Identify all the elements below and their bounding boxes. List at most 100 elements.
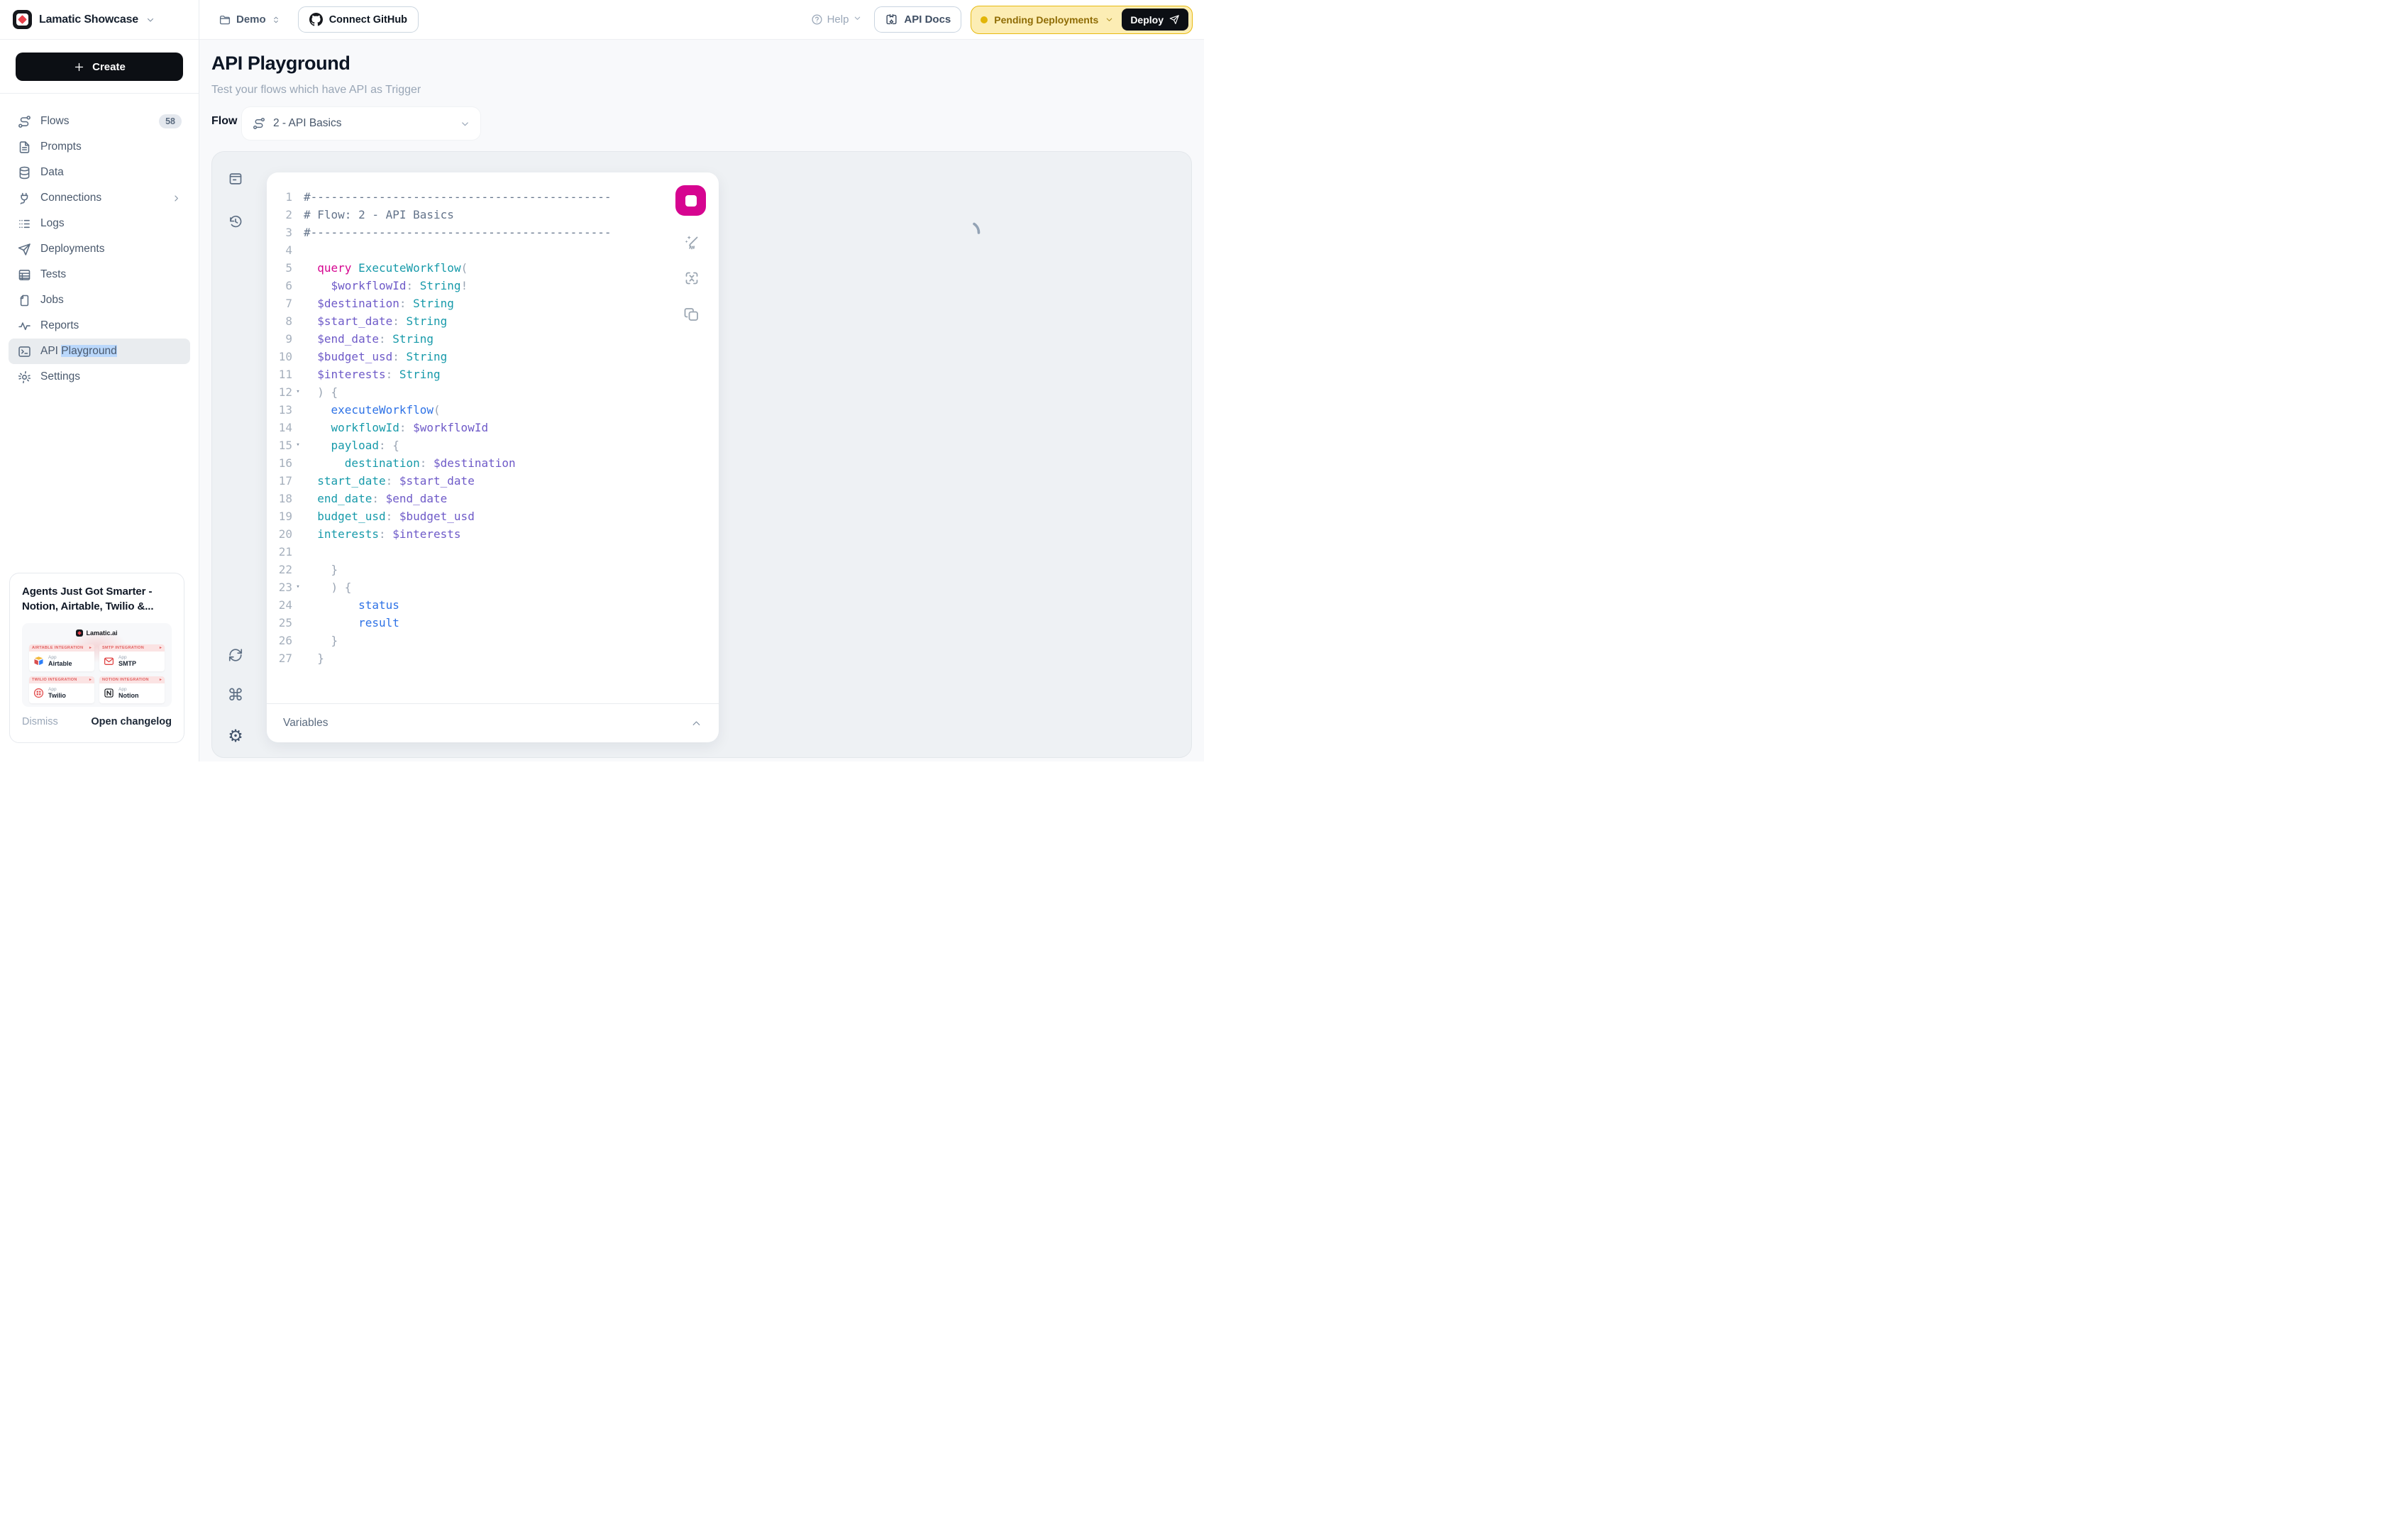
open-changelog-button[interactable]: Open changelog: [91, 716, 172, 727]
code-line: 13 executeWorkflow(: [267, 401, 668, 419]
create-button[interactable]: Create: [16, 53, 183, 81]
app-card-name: Twilio: [48, 692, 66, 699]
fold-marker[interactable]: ▾: [292, 436, 304, 454]
notion-icon: [104, 688, 114, 698]
changelog-app-grid: AIRTABLE INTEGRATION▸AppAirtableSMTP INT…: [29, 644, 165, 703]
deployments-icon: [17, 242, 32, 257]
code-line: 12▾ ) {: [267, 383, 668, 401]
pending-deployments-dropdown[interactable]: Pending Deployments Deploy: [971, 6, 1193, 34]
code-line: 14 workflowId: $workflowId: [267, 419, 668, 436]
api-docs-button[interactable]: API Docs: [874, 6, 961, 33]
code-line: 22 }: [267, 561, 668, 578]
copy-query-icon[interactable]: [683, 306, 700, 323]
chevron-down-icon: [853, 13, 865, 26]
app-card-header: NOTION INTEGRATION▸: [99, 676, 165, 683]
line-number: 6: [267, 277, 292, 295]
project-switcher[interactable]: Demo: [219, 13, 281, 26]
fold-marker: [292, 330, 304, 348]
sidebar-item-jobs[interactable]: Jobs: [9, 287, 190, 313]
fold-marker: [292, 419, 304, 436]
fold-marker[interactable]: ▾: [292, 578, 304, 596]
sidebar-item-label: Data: [40, 166, 182, 179]
fold-marker: [292, 401, 304, 419]
fold-marker: [292, 614, 304, 632]
graphql-query-editor[interactable]: 1#--------------------------------------…: [267, 188, 668, 703]
fold-marker: [292, 224, 304, 241]
code-text: $end_date: String: [304, 330, 668, 348]
line-number: 15: [267, 436, 292, 454]
sidebar-item-label: Jobs: [40, 294, 182, 307]
sidebar-item-deployments[interactable]: Deployments: [9, 236, 190, 262]
code-text: start_date: $start_date: [304, 472, 668, 490]
sidebar-item-label: Settings: [40, 370, 182, 383]
chevron-up-icon: [690, 717, 702, 730]
sidebar-item-label: Connections: [40, 192, 162, 204]
code-text: ) {: [304, 578, 668, 596]
dismiss-button[interactable]: Dismiss: [22, 716, 58, 727]
send-icon: [1169, 14, 1180, 25]
sidebar-item-reports[interactable]: Reports: [9, 313, 190, 339]
sidebar: Lamatic Showcase Create Flows58Prompts Da…: [0, 0, 199, 762]
prettify-icon[interactable]: [683, 233, 700, 251]
changelog-app-card: AIRTABLE INTEGRATION▸AppAirtable: [29, 644, 94, 671]
chevron-down-icon: [1105, 15, 1114, 24]
history-icon[interactable]: [227, 213, 244, 230]
line-number: 2: [267, 206, 292, 224]
keyboard-shortcuts-icon[interactable]: ⌘: [227, 687, 244, 704]
workspace-switcher[interactable]: Lamatic Showcase: [0, 0, 199, 40]
sidebar-item-prompts[interactable]: Prompts: [9, 134, 190, 160]
app-card-label: App: [118, 655, 136, 660]
fold-marker: [292, 365, 304, 383]
fold-marker: [292, 649, 304, 667]
workspace-name: Lamatic Showcase: [39, 13, 138, 26]
app-card-label: App: [48, 655, 72, 660]
line-number: 27: [267, 649, 292, 667]
help-menu[interactable]: Help: [811, 13, 866, 26]
connections-icon: [17, 191, 32, 206]
stop-execution-button[interactable]: [675, 185, 706, 216]
code-text: $start_date: String: [304, 312, 668, 330]
line-number: 9: [267, 330, 292, 348]
merge-fragments-icon[interactable]: [683, 270, 700, 287]
docs-panel-icon[interactable]: [227, 170, 244, 187]
graphiql-playground: ⌘ ⚙ 1#----------------------------------…: [211, 151, 1192, 758]
flow-select-dropdown[interactable]: 2 - API Basics: [242, 107, 480, 140]
code-line: 23▾ ) {: [267, 578, 668, 596]
reports-icon: [17, 319, 32, 334]
deploy-label: Deploy: [1130, 14, 1164, 26]
changelog-app-card: TWILIO INTEGRATION▸AppTwilio: [29, 676, 94, 703]
fold-marker: [292, 206, 304, 224]
sidebar-item-tests[interactable]: Tests: [9, 262, 190, 287]
prompts-icon: [17, 140, 32, 155]
api-playground-icon: [17, 344, 32, 359]
sidebar-item-connections[interactable]: Connections: [9, 185, 190, 211]
refetch-schema-icon[interactable]: [227, 647, 244, 664]
code-line: 20 interests: $interests: [267, 525, 668, 543]
page-subtitle: Test your flows which have API as Trigge…: [211, 84, 421, 97]
github-icon: [309, 13, 323, 26]
stop-icon: [685, 195, 697, 207]
code-text: # Flow: 2 - API Basics: [304, 206, 668, 224]
fold-marker[interactable]: ▾: [292, 383, 304, 401]
code-line: 17 start_date: $start_date: [267, 472, 668, 490]
fold-marker: [292, 295, 304, 312]
fold-marker: [292, 632, 304, 649]
variables-section[interactable]: Variables: [267, 703, 719, 742]
sidebar-item-settings[interactable]: Settings: [9, 364, 190, 390]
page-title: API Playground: [211, 53, 350, 75]
sidebar-item-flows[interactable]: Flows58: [9, 109, 190, 134]
deploy-button[interactable]: Deploy: [1122, 9, 1188, 31]
sidebar-item-api-playground[interactable]: API Playground: [9, 339, 190, 364]
data-icon: [17, 165, 32, 180]
code-text: workflowId: $workflowId: [304, 419, 668, 436]
settings-gear-icon[interactable]: ⚙: [227, 727, 244, 744]
sidebar-item-data[interactable]: Data: [9, 160, 190, 185]
code-line: 24 status: [267, 596, 668, 614]
app-card-name: SMTP: [118, 660, 136, 667]
fold-marker: [292, 277, 304, 295]
connect-github-button[interactable]: Connect GitHub: [298, 6, 419, 33]
logs-icon: [17, 216, 32, 231]
sidebar-item-logs[interactable]: Logs: [9, 211, 190, 236]
api-docs-label: API Docs: [904, 13, 951, 26]
app-card-label: App: [48, 687, 66, 692]
